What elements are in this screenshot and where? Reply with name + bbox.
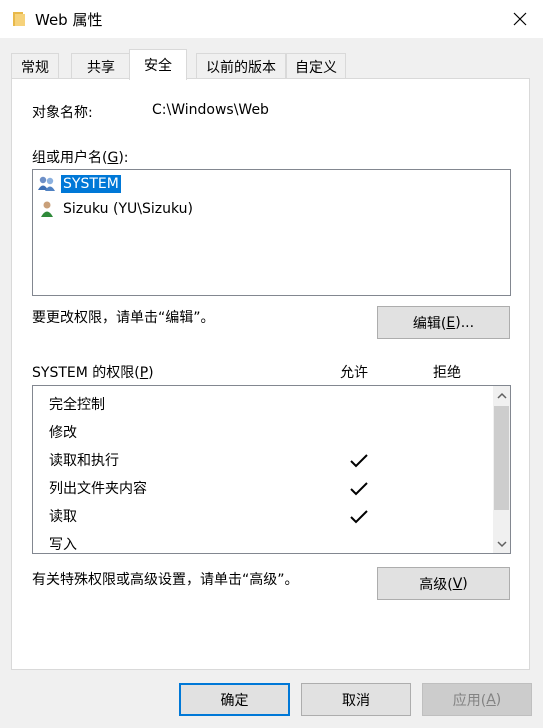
- permissions-label: SYSTEM 的权限(P): [32, 365, 154, 381]
- permission-row: 列出文件夹内容: [49, 477, 147, 499]
- scroll-down-button[interactable]: [493, 535, 510, 552]
- advanced-button[interactable]: 高级(V): [377, 567, 510, 600]
- scroll-thumb[interactable]: [494, 406, 509, 510]
- button-label: 编辑(: [412, 315, 447, 332]
- button-label: 高级(: [419, 576, 453, 593]
- groups-label: 组或用户名(G):: [32, 150, 129, 166]
- window-title: Web 属性: [35, 11, 103, 29]
- permission-name: 读取和执行: [49, 453, 119, 469]
- tab-security[interactable]: 安全: [129, 49, 187, 80]
- button-label: 应用(: [452, 692, 487, 709]
- list-item-sizuku[interactable]: Sizuku (YU\Sizuku): [37, 197, 195, 221]
- accelerator-key: V: [452, 575, 463, 592]
- close-button[interactable]: [497, 0, 543, 38]
- tab-previous-versions[interactable]: 以前的版本: [196, 53, 286, 79]
- chevron-up-icon: [496, 392, 507, 399]
- permission-row: 写入: [49, 533, 77, 553]
- list-item-system[interactable]: SYSTEM: [37, 172, 121, 196]
- groups-listbox[interactable]: SYSTEM Sizuku (YU\Sizuku): [32, 169, 511, 296]
- ok-button[interactable]: 确定: [179, 683, 290, 716]
- allow-header: 允许: [340, 365, 368, 381]
- permission-name: 写入: [49, 537, 77, 553]
- folder-icon: [13, 12, 25, 26]
- checkmark-icon: [350, 510, 368, 524]
- tab-customize[interactable]: 自定义: [286, 53, 346, 79]
- security-panel: 对象名称: C:\Windows\Web 组或用户名(G): SYSTEM Si…: [11, 78, 530, 670]
- chevron-down-icon: [496, 540, 507, 547]
- edit-hint: 要更改权限，请单击“编辑”。: [32, 310, 215, 326]
- title-bar: Web 属性: [0, 0, 543, 38]
- list-item-label: Sizuku (YU\Sizuku): [63, 201, 193, 217]
- permission-name: 读取: [49, 509, 77, 525]
- tab-label: 安全: [144, 58, 172, 74]
- button-label: ): [495, 691, 502, 708]
- tab-label: 自定义: [295, 59, 337, 76]
- permission-name: 列出文件夹内容: [49, 481, 147, 497]
- permissions-scrollbar[interactable]: [493, 386, 510, 553]
- user-icon: [37, 199, 57, 219]
- checkmark-icon: [350, 482, 368, 496]
- tab-label: 共享: [87, 59, 115, 76]
- advanced-hint: 有关特殊权限或高级设置，请单击“高级”。: [32, 572, 299, 588]
- tab-sharing[interactable]: 共享: [71, 53, 131, 79]
- list-item-label: SYSTEM: [61, 175, 121, 193]
- permission-name: 修改: [49, 425, 77, 441]
- permission-row: 完全控制: [49, 393, 105, 415]
- close-icon: [513, 12, 527, 26]
- checkmark-icon: [350, 454, 368, 468]
- object-name-label: 对象名称:: [32, 105, 93, 121]
- button-label: 确定: [220, 692, 249, 709]
- permission-row: 修改: [49, 421, 77, 443]
- deny-header: 拒绝: [433, 365, 461, 381]
- permissions-list[interactable]: 完全控制 修改 读取和执行 列出文件夹内容 读取 写入: [32, 385, 511, 554]
- button-label: )...: [455, 314, 475, 331]
- object-name-value: C:\Windows\Web: [152, 102, 269, 118]
- permission-name: 完全控制: [49, 397, 105, 413]
- cancel-button[interactable]: 取消: [301, 683, 411, 716]
- accelerator-key: A: [486, 691, 496, 708]
- scroll-up-button[interactable]: [493, 387, 510, 404]
- permission-row: 读取和执行: [49, 449, 119, 471]
- button-label: ): [462, 575, 468, 592]
- tab-label: 以前的版本: [206, 59, 276, 76]
- users-group-icon: [37, 174, 57, 194]
- apply-button[interactable]: 应用(A): [422, 683, 532, 716]
- tab-label: 常规: [21, 59, 49, 76]
- tab-general[interactable]: 常规: [11, 53, 59, 79]
- permission-row: 读取: [49, 505, 77, 527]
- accelerator-key: E: [446, 314, 456, 331]
- edit-button[interactable]: 编辑(E)...: [377, 306, 510, 339]
- button-label: 取消: [342, 692, 370, 709]
